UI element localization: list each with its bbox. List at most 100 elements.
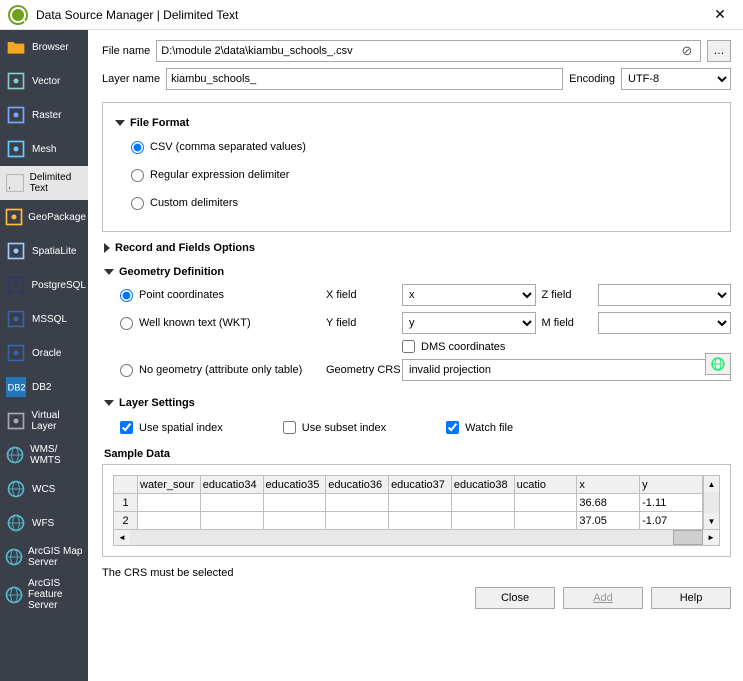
scroll-right-icon[interactable]: ► [703, 530, 719, 545]
column-header[interactable]: educatio38 [451, 476, 514, 494]
table-cell: 37.05 [577, 512, 640, 530]
mesh-icon [4, 137, 28, 161]
browse-button[interactable]: … [707, 40, 731, 62]
column-header[interactable]: educatio36 [326, 476, 389, 494]
column-header[interactable]: y [640, 476, 703, 494]
y-field-select[interactable]: y [402, 312, 536, 334]
crs-picker-button[interactable] [705, 353, 731, 375]
file-format-option-0[interactable]: CSV (comma separated values) [131, 135, 720, 159]
sidebar-item-label: Delimited Text [30, 172, 86, 194]
column-header[interactable]: educatio35 [263, 476, 326, 494]
sidebar-item-arcgis-map-server[interactable]: ArcGIS Map Server [0, 540, 88, 574]
sidebar-item-arcgis-feature-server[interactable]: ArcGIS Feature Server [0, 574, 88, 615]
table-cell [451, 494, 514, 512]
sidebar-item-delimited-text[interactable]: ,Delimited Text [0, 166, 88, 200]
table-cell [514, 494, 577, 512]
sidebar-item-label: Raster [32, 110, 61, 121]
sidebar-item-label: SpatiaLite [32, 246, 76, 257]
file-format-panel: File Format CSV (comma separated values)… [102, 102, 731, 232]
file-format-option-2[interactable]: Custom delimiters [131, 191, 720, 215]
table-cell [514, 512, 577, 530]
add-button[interactable]: Add [563, 587, 643, 609]
column-header[interactable]: x [577, 476, 640, 494]
file-name-label: File name [102, 45, 150, 57]
table-cell [263, 512, 326, 530]
dms-checkbox[interactable]: DMS coordinates [402, 340, 536, 353]
y-field-label: Y field [326, 317, 396, 329]
sidebar-item-wms-wmts[interactable]: WMS/ WMTS [0, 438, 88, 472]
vertical-scrollbar[interactable]: ▲ ▼ [703, 475, 720, 530]
sidebar-item-postgresql[interactable]: PostgreSQL [0, 268, 88, 302]
close-icon[interactable]: ✕ [705, 6, 735, 23]
record-fields-header[interactable]: Record and Fields Options [104, 242, 731, 254]
row-number: 2 [114, 512, 138, 530]
watch-file-checkbox[interactable]: Watch file [446, 421, 513, 434]
status-message: The CRS must be selected [102, 567, 731, 579]
table-cell [451, 512, 514, 530]
file-format-option-1[interactable]: Regular expression delimiter [131, 163, 720, 187]
scroll-down-icon[interactable]: ▼ [704, 513, 719, 529]
sidebar-item-db2[interactable]: DB2DB2 [0, 370, 88, 404]
table-cell [200, 512, 263, 530]
sidebar-item-label: Mesh [32, 144, 56, 155]
table-cell [389, 512, 452, 530]
raster-icon [4, 103, 28, 127]
sidebar-item-spatialite[interactable]: SpatiaLite [0, 234, 88, 268]
file-name-input[interactable] [156, 40, 701, 62]
wkt-radio[interactable]: Well known text (WKT) [120, 317, 320, 330]
sidebar-item-vector[interactable]: Vector [0, 64, 88, 98]
mssql-icon [4, 307, 28, 331]
horizontal-scrollbar[interactable]: ◄ ► [113, 529, 720, 546]
column-header[interactable]: educatio37 [389, 476, 452, 494]
close-button[interactable]: Close [475, 587, 555, 609]
sidebar-item-mssql[interactable]: MSSQL [0, 302, 88, 336]
spatial-index-checkbox[interactable]: Use spatial index [120, 421, 223, 434]
x-field-select[interactable]: x [402, 284, 536, 306]
globe-icon [4, 511, 28, 535]
table-cell: 36.68 [577, 494, 640, 512]
scroll-up-icon[interactable]: ▲ [704, 476, 719, 492]
m-field-label: M field [542, 317, 592, 329]
svg-text:DB2: DB2 [8, 382, 26, 392]
subset-index-checkbox[interactable]: Use subset index [283, 421, 386, 434]
encoding-select[interactable]: UTF-8 [621, 68, 731, 90]
m-field-select[interactable] [598, 312, 732, 334]
table-row: 136.68-1.11 [114, 494, 703, 512]
sidebar-item-oracle[interactable]: Oracle [0, 336, 88, 370]
table-cell [389, 494, 452, 512]
column-header[interactable]: educatio34 [200, 476, 263, 494]
globe-icon [4, 443, 26, 467]
sidebar-item-browser[interactable]: Browser [0, 30, 88, 64]
row-number: 1 [114, 494, 138, 512]
sidebar-item-geopackage[interactable]: GeoPackage [0, 200, 88, 234]
sidebar-item-mesh[interactable]: Mesh [0, 132, 88, 166]
globe-icon [710, 356, 726, 372]
column-header[interactable]: ucatio [514, 476, 577, 494]
layer-name-input[interactable] [166, 68, 563, 90]
sample-table: water_soureducatio34educatio35educatio36… [113, 475, 703, 530]
globe-icon [4, 477, 28, 501]
z-field-select[interactable] [598, 284, 732, 306]
chevron-down-icon [104, 269, 114, 275]
sidebar-item-wcs[interactable]: WCS [0, 472, 88, 506]
chevron-right-icon [104, 243, 110, 253]
column-header[interactable]: water_sour [138, 476, 201, 494]
virtual-icon [4, 409, 27, 433]
layer-settings-header[interactable]: Layer Settings [104, 397, 731, 409]
layer-name-label: Layer name [102, 73, 160, 85]
sidebar-item-label: Virtual Layer [31, 410, 86, 432]
sample-data-panel: water_soureducatio34educatio35educatio36… [102, 464, 731, 557]
titlebar: Data Source Manager | Delimited Text ✕ [0, 0, 743, 30]
sidebar-item-raster[interactable]: Raster [0, 98, 88, 132]
clear-file-icon[interactable]: ⊘ [677, 41, 697, 61]
file-format-header[interactable]: File Format [115, 117, 720, 129]
scroll-left-icon[interactable]: ◄ [114, 530, 130, 545]
sidebar-item-label: WCS [32, 484, 55, 495]
sidebar-item-label: GeoPackage [28, 212, 86, 223]
geometry-def-header[interactable]: Geometry Definition [104, 266, 731, 278]
point-coords-radio[interactable]: Point coordinates [120, 289, 320, 302]
table-cell [200, 494, 263, 512]
sidebar-item-virtual-layer[interactable]: Virtual Layer [0, 404, 88, 438]
help-button[interactable]: Help [651, 587, 731, 609]
sidebar-item-wfs[interactable]: WFS [0, 506, 88, 540]
